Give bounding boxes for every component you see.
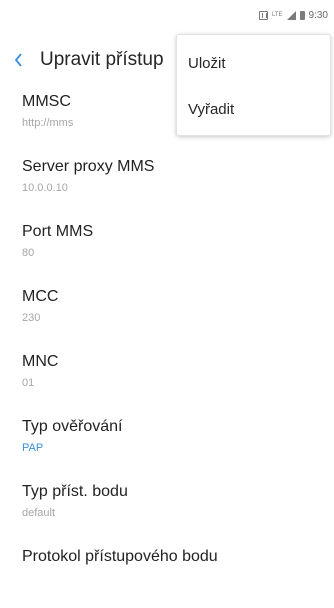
setting-item-apn-protocol[interactable]: Protokol přístupového bodu bbox=[0, 543, 334, 608]
setting-item-mms-proxy[interactable]: Server proxy MMS 10.0.0.10 bbox=[0, 153, 334, 218]
menu-item-save[interactable]: Uložit bbox=[177, 41, 330, 87]
setting-value: 230 bbox=[22, 312, 41, 324]
signal-icon bbox=[286, 11, 296, 20]
settings-list: MMSC http://mms Server proxy MMS 10.0.0.… bbox=[0, 88, 334, 608]
setting-value: 01 bbox=[22, 377, 35, 389]
status-icons: LTE 9:30 bbox=[258, 10, 328, 21]
clock: 9:30 bbox=[308, 10, 328, 21]
setting-value: default bbox=[22, 507, 56, 519]
setting-value: http://mms bbox=[22, 117, 74, 129]
menu-item-discard[interactable]: Vyřadit bbox=[177, 87, 330, 133]
setting-value: 10.0.0.10 bbox=[22, 182, 68, 194]
setting-item-mms-port[interactable]: Port MMS 80 bbox=[0, 218, 334, 283]
setting-title: Protokol přístupového bodu bbox=[22, 548, 218, 565]
setting-title: Server proxy MMS bbox=[22, 158, 155, 175]
overflow-menu: Uložit Vyřadit bbox=[176, 34, 331, 136]
setting-title: Port MMS bbox=[22, 223, 94, 240]
setting-value: 80 bbox=[22, 247, 35, 259]
setting-title: MNC bbox=[22, 353, 59, 370]
setting-item-mcc[interactable]: MCC 230 bbox=[0, 283, 334, 348]
menu-item-label: Vyřadit bbox=[188, 101, 235, 118]
setting-item-apn-type[interactable]: Typ příst. bodu default bbox=[0, 478, 334, 543]
setting-item-mnc[interactable]: MNC 01 bbox=[0, 348, 334, 413]
status-bar: LTE 9:30 bbox=[0, 0, 334, 30]
back-button[interactable] bbox=[10, 46, 34, 74]
menu-item-label: Uložit bbox=[188, 55, 226, 72]
page-title: Upravit přístup bbox=[40, 49, 164, 70]
setting-item-auth-type[interactable]: Typ ověřování PAP bbox=[0, 413, 334, 478]
lte-icon: LTE bbox=[271, 12, 283, 18]
setting-title: Typ ověřování bbox=[22, 418, 123, 435]
setting-title: MMSC bbox=[22, 93, 71, 110]
setting-title: Typ příst. bodu bbox=[22, 483, 128, 500]
battery-icon bbox=[299, 11, 305, 20]
nfc-icon bbox=[258, 11, 268, 20]
setting-title: MCC bbox=[22, 288, 59, 305]
setting-value: PAP bbox=[22, 442, 44, 454]
chevron-left-icon bbox=[14, 53, 22, 67]
